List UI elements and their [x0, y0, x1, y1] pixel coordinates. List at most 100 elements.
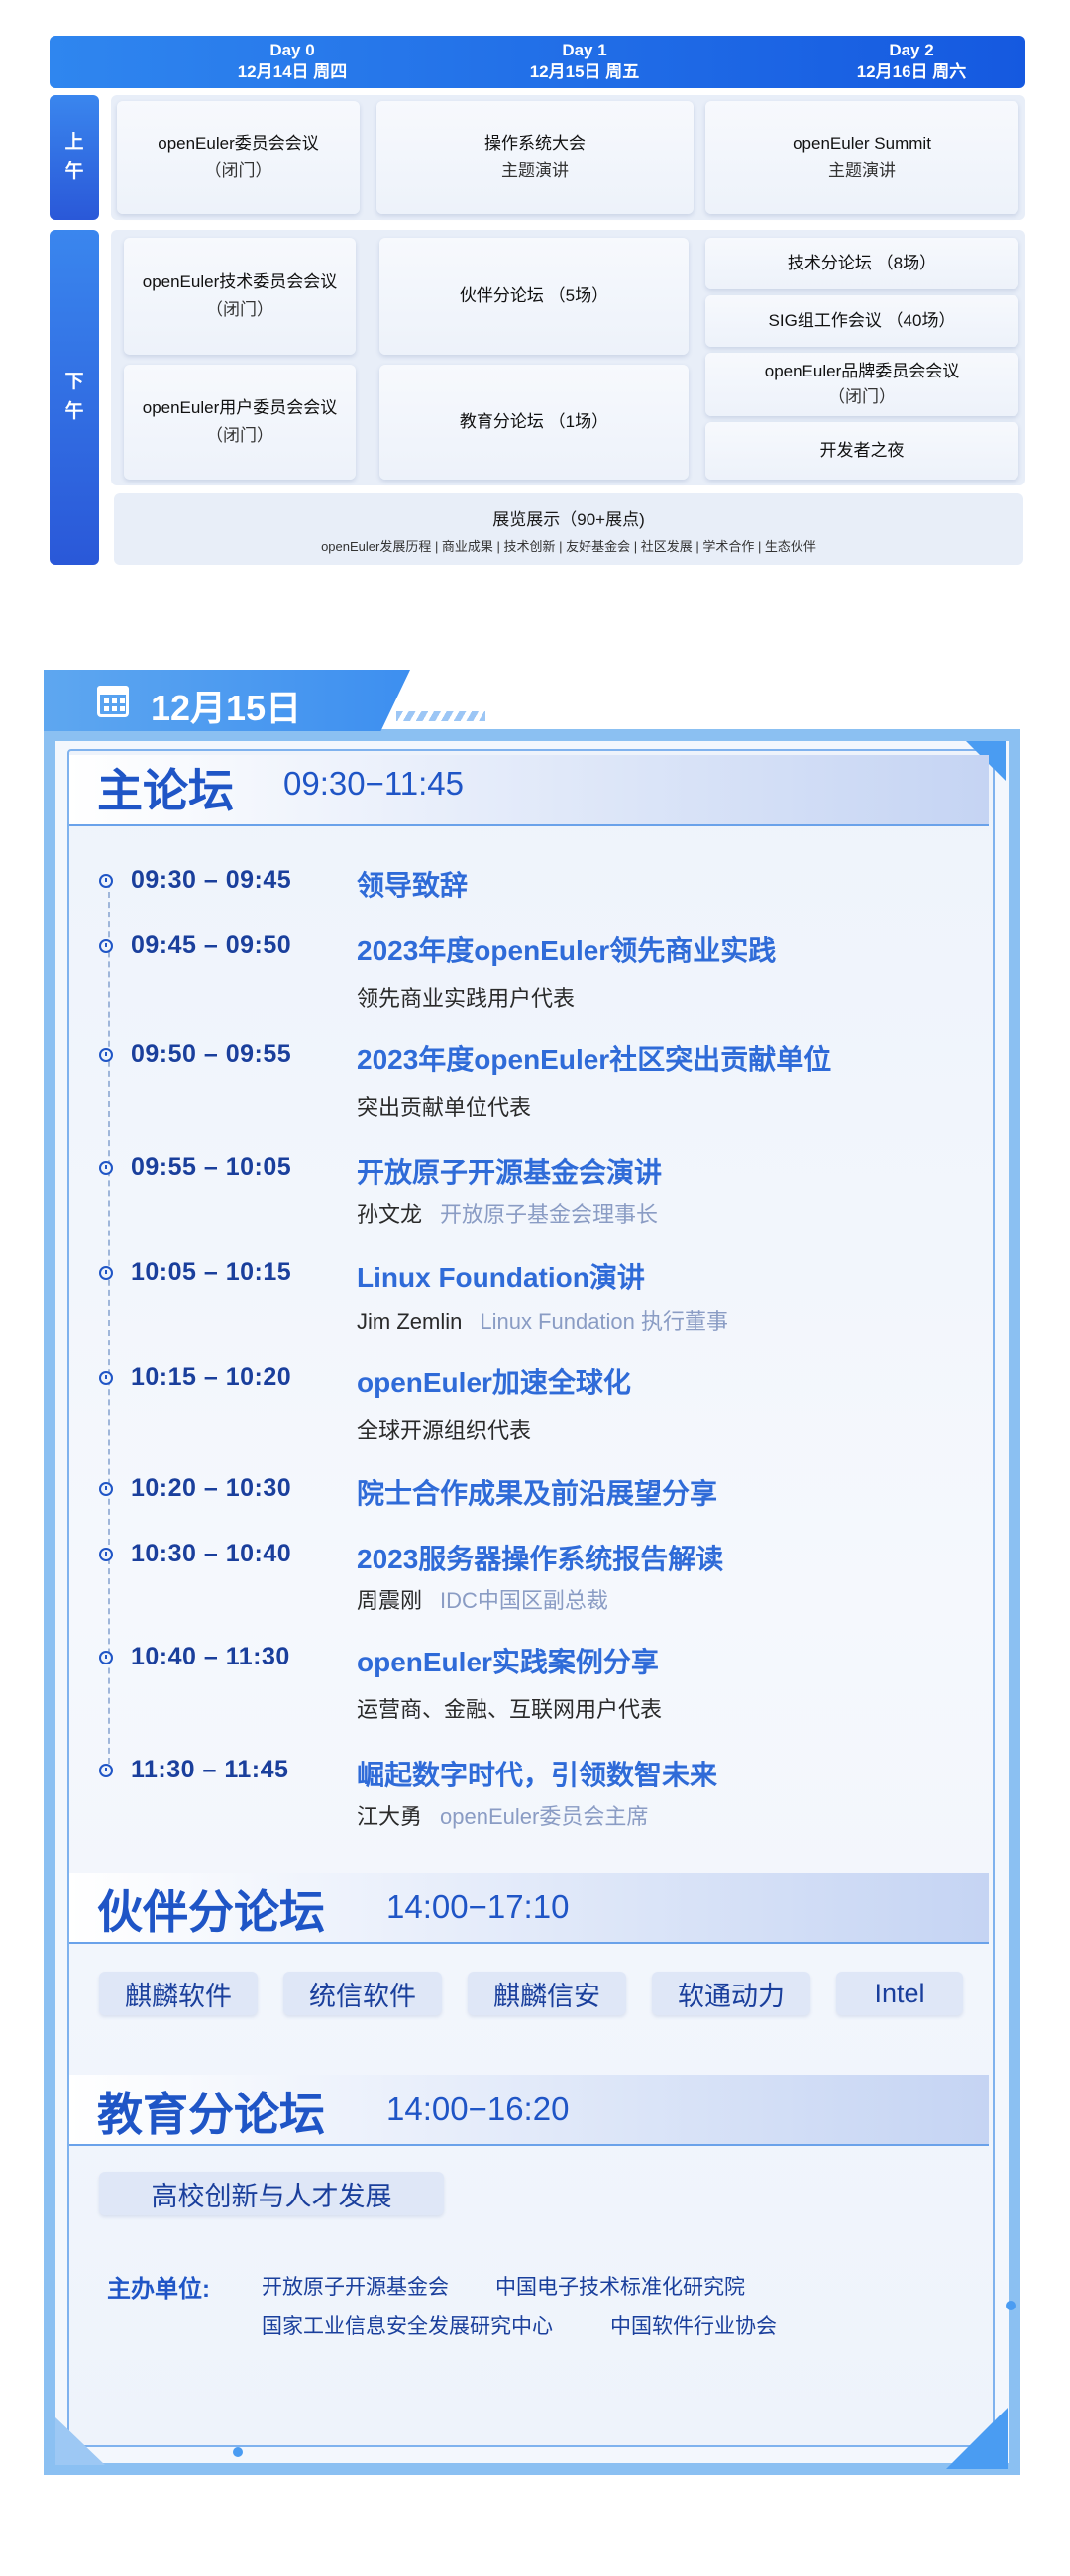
morning-char: 上 — [64, 132, 84, 153]
session-title: openEuler用户委员会会议 — [142, 398, 338, 417]
session-card: 开发者之夜 — [705, 422, 1018, 480]
organizer: 中国软件行业协会 — [610, 2315, 777, 2338]
agenda-title: 院士合作成果及前沿展望分享 — [357, 1478, 718, 1509]
clock-icon — [99, 1266, 113, 1280]
agenda-title: 2023服务器操作系统报告解读 — [357, 1544, 724, 1574]
session-title: 操作系统大会 — [484, 134, 586, 153]
session-sub: （闭门） — [206, 300, 273, 319]
speaker-name: 领先商业实践用户代表 — [357, 986, 576, 1011]
session-title: 伙伴分论坛 （5场） — [459, 286, 609, 305]
speaker-role: 开放原子基金会理事长 — [440, 1202, 659, 1227]
clock-icon — [99, 1764, 113, 1777]
organizers-label: 主办单位: — [107, 2276, 210, 2303]
agenda-title: 领导致辞 — [357, 870, 469, 901]
agenda-time: 10:30 – 10:40 — [131, 1540, 292, 1567]
agenda-time: 09:30 – 09:45 — [131, 866, 292, 894]
organizer: 国家工业信息安全发展研究中心 — [262, 2315, 553, 2338]
speaker-role: openEuler委员会主席 — [440, 1804, 649, 1829]
agenda-date: 12月15日 — [151, 688, 302, 728]
speaker-name: 周震刚 — [357, 1588, 423, 1613]
agenda-speaker: 突出贡献单位代表 — [357, 1090, 531, 1122]
speaker-name: 孙文龙 — [357, 1202, 423, 1227]
speaker-name: Jim Zemlin — [357, 1309, 463, 1334]
clock-icon — [99, 1482, 113, 1496]
morning-label: 上 午 — [50, 95, 99, 220]
afternoon-char: 午 — [64, 401, 84, 422]
agenda-speaker: 全球开源组织代表 — [357, 1413, 531, 1445]
speaker-role: Linux Fundation 执行董事 — [480, 1309, 729, 1334]
session-sub: （闭门） — [206, 426, 273, 445]
agenda-speaker: Jim Zemlin Linux Fundation 执行董事 — [357, 1304, 728, 1336]
partner-tag: Intel — [836, 1972, 963, 2015]
session-card: openEuler品牌委员会会议 （闭门） — [705, 353, 1018, 416]
agenda-title: openEuler加速全球化 — [357, 1367, 631, 1398]
day0-header: Day 0 12月14日 周四 — [193, 40, 391, 83]
session-sub: （闭门） — [828, 387, 896, 406]
agenda-title: 崛起数字时代，引领数智未来 — [357, 1760, 718, 1790]
expo-title: 展览展示（90+展点) — [492, 510, 645, 529]
day1-header: Day 1 12月15日 周五 — [485, 40, 684, 83]
session-title: 开发者之夜 — [819, 441, 905, 460]
clock-icon — [99, 1371, 113, 1385]
agenda-title: Linux Foundation演讲 — [357, 1262, 645, 1293]
agenda-title: 2023年度openEuler社区突出贡献单位 — [357, 1044, 832, 1075]
expo-items: openEuler发展历程 | 商业成果 | 技术创新 | 友好基金会 | 社区… — [321, 539, 816, 554]
timeline-line — [108, 882, 110, 1773]
agenda-time: 10:05 – 10:15 — [131, 1258, 292, 1286]
agenda-time: 11:30 – 11:45 — [131, 1756, 289, 1783]
session-title: 技术分论坛 （8场） — [787, 254, 937, 272]
session-title: openEuler技术委员会会议 — [142, 272, 338, 291]
session-sub: 主题演讲 — [501, 161, 569, 180]
agenda-speaker: 周震刚 IDC中国区副总裁 — [357, 1583, 608, 1615]
agenda-time: 10:15 – 10:20 — [131, 1363, 292, 1391]
session-card: SIG组工作会议 （40场） — [705, 295, 1018, 347]
session-card: openEuler委员会会议 （闭门） — [117, 101, 360, 214]
clock-icon — [99, 1651, 113, 1664]
session-card: openEuler Summit 主题演讲 — [705, 101, 1018, 214]
clock-icon — [99, 874, 113, 888]
stripe-decoration — [396, 711, 485, 721]
morning-char: 午 — [64, 161, 84, 182]
session-card: 伙伴分论坛 （5场） — [379, 238, 689, 355]
speaker-name: 突出贡献单位代表 — [357, 1095, 532, 1120]
speaker-name: 江大勇 — [357, 1804, 423, 1829]
clock-icon — [99, 1548, 113, 1561]
afternoon-char: 下 — [64, 372, 84, 392]
agenda-speaker: 孙文龙 开放原子基金会理事长 — [357, 1197, 658, 1229]
session-title: openEuler委员会会议 — [158, 134, 319, 153]
agenda-time: 10:20 – 10:30 — [131, 1474, 292, 1502]
organizer: 中国电子技术标准化研究院 — [495, 2276, 745, 2299]
partner-tag: 麒麟软件 — [99, 1972, 258, 2015]
main-forum-title: 主论坛 — [97, 765, 234, 816]
session-sub: （闭门） — [204, 161, 272, 180]
speaker-name: 运营商、金融、互联网用户代表 — [357, 1697, 663, 1722]
agenda-time: 10:40 – 11:30 — [131, 1643, 290, 1670]
session-card: 技术分论坛 （8场） — [705, 238, 1018, 289]
session-card: openEuler用户委员会会议 （闭门） — [124, 365, 356, 480]
decor-dot — [1006, 2301, 1016, 2310]
agenda-title: openEuler实践案例分享 — [357, 1647, 659, 1677]
partner-tag: 统信软件 — [283, 1972, 442, 2015]
day-label: Day 0 — [269, 41, 315, 59]
speaker-role: IDC中国区副总裁 — [440, 1588, 608, 1613]
main-forum-time: 09:30−11:45 — [283, 765, 464, 802]
expo-panel: 展览展示（90+展点) openEuler发展历程 | 商业成果 | 技术创新 … — [114, 493, 1023, 565]
day2-header: Day 2 12月16日 周六 — [812, 40, 1011, 83]
agenda-time: 09:45 – 09:50 — [131, 931, 292, 959]
decor-dot — [233, 2447, 243, 2457]
organizer: 开放原子开源基金会 — [262, 2276, 449, 2299]
clock-icon — [99, 1048, 113, 1062]
day-date: 12月14日 周四 — [237, 62, 348, 81]
speaker-name: 全球开源组织代表 — [357, 1418, 532, 1443]
session-title: openEuler品牌委员会会议 — [764, 362, 960, 380]
session-title: 教育分论坛 （1场） — [459, 412, 609, 431]
partner-forum-title: 伙伴分论坛 — [97, 1886, 325, 1938]
session-card: openEuler技术委员会会议 （闭门） — [124, 238, 356, 355]
clock-icon — [99, 1161, 113, 1175]
edu-topic-tag: 高校创新与人才发展 — [99, 2172, 444, 2215]
agenda-time: 09:55 – 10:05 — [131, 1153, 292, 1181]
partner-forum-time: 14:00−17:10 — [386, 1888, 570, 1925]
session-sub: 主题演讲 — [828, 161, 896, 180]
session-card: 教育分论坛 （1场） — [379, 365, 689, 480]
agenda-speaker: 运营商、金融、互联网用户代表 — [357, 1692, 662, 1724]
